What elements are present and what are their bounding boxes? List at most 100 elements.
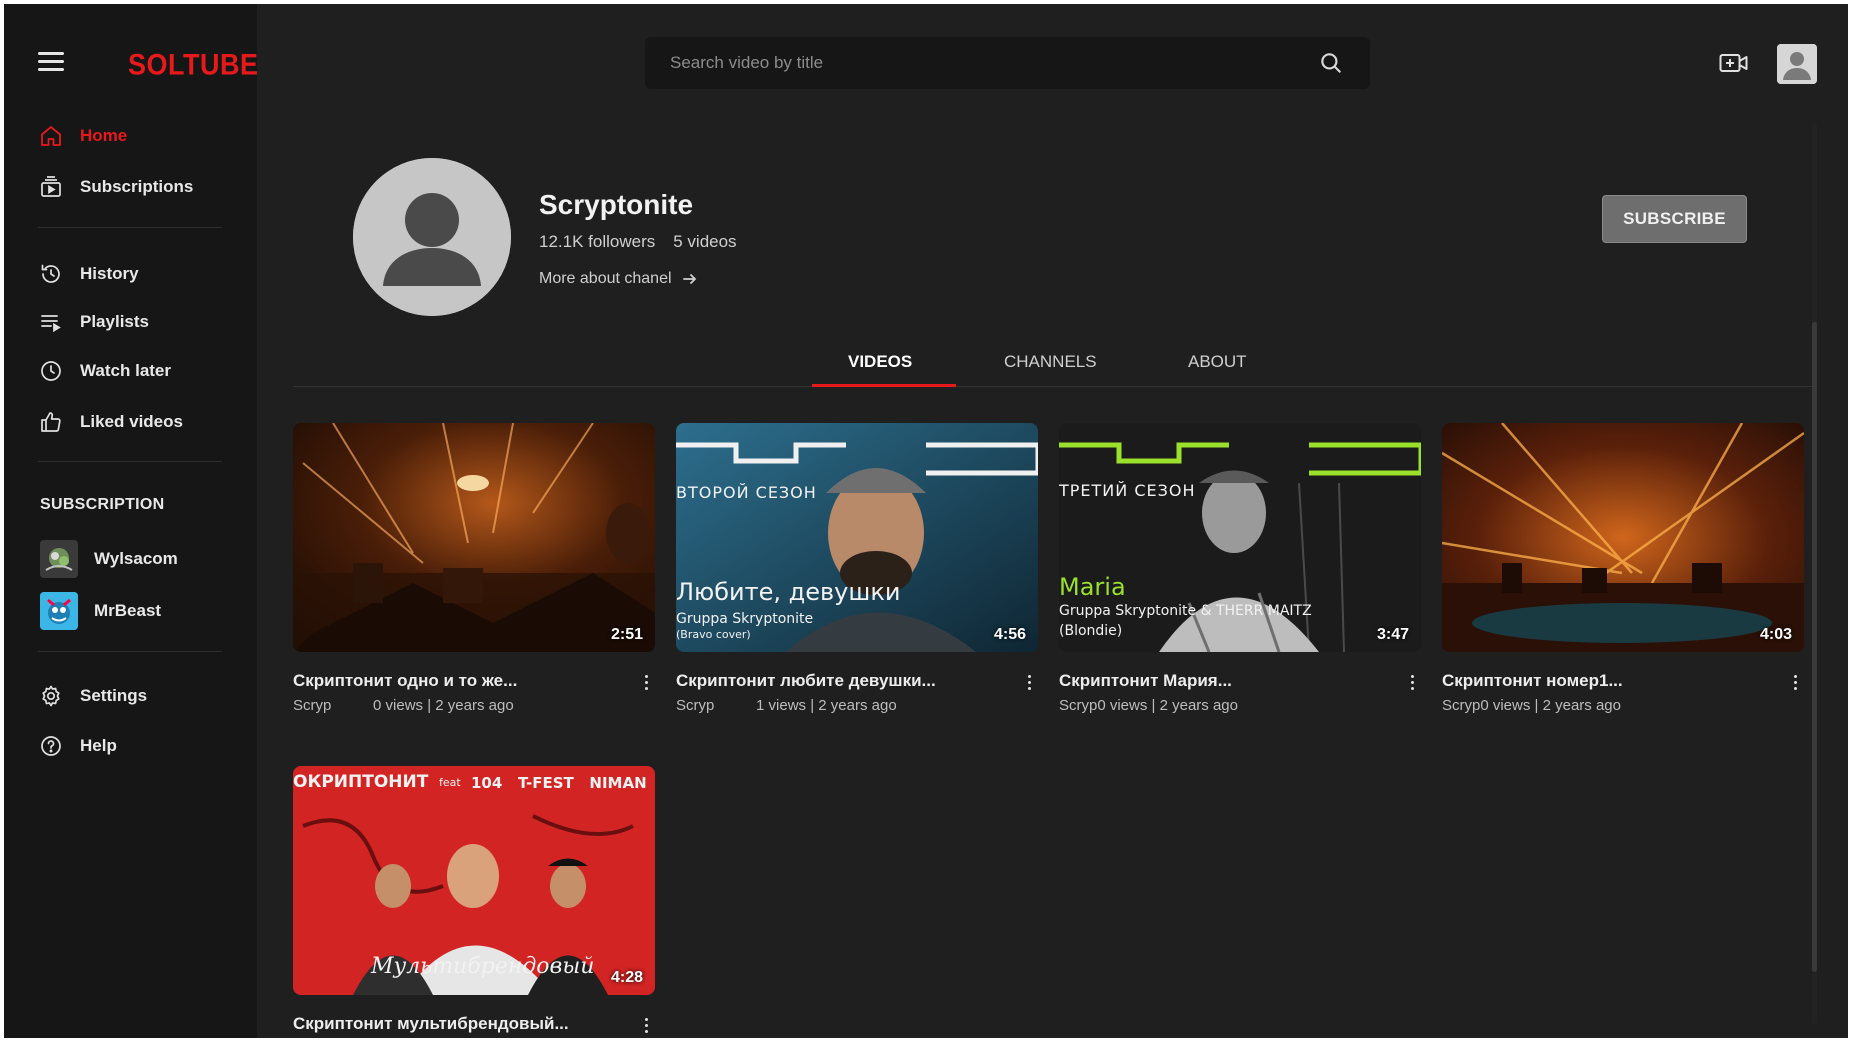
video-title[interactable]: Скриптонит Мария... [1059,671,1232,691]
sidebar-item-history[interactable]: History [38,257,238,291]
video-author[interactable]: Scryp [1059,697,1097,714]
app-window: SOLTUBE Home Subscriptions History Playl… [4,4,1848,1038]
subscribe-button[interactable]: SUBSCRIBE [1602,195,1747,243]
video-thumbnail[interactable]: 2:51 [293,423,655,652]
followers-count: 12.1K followers [539,232,656,251]
video-card: 4:03 Скриптонит номер1... Scryp0 views |… [1442,423,1804,714]
video-duration: 4:28 [610,969,643,986]
video-meta: Scryp0 views | 2 years ago [1059,697,1238,714]
video-meta: Scryp 0 views | 2 years ago [293,697,514,714]
thumbnail-song-text: Любите, девушки [676,578,901,606]
avatar [40,540,78,578]
more-options-icon[interactable] [1790,671,1800,693]
video-thumbnail[interactable]: ОКРИПТОНИТ feat 104 T-FEST NIMAN Мультиб… [293,766,655,995]
thumbnail-feat-text: feat [439,776,461,789]
more-options-icon[interactable] [1407,671,1417,693]
sidebar-item-liked-videos[interactable]: Liked videos [38,405,238,439]
search-bar [645,37,1370,89]
help-icon [38,733,64,759]
video-author[interactable]: Scryp [1442,697,1480,714]
sidebar-item-label: Playlists [80,312,149,331]
sidebar-item-label: Watch later [80,361,172,380]
thumbs-up-icon [38,409,64,435]
video-thumbnail[interactable]: ТРЕТИЙ СЕЗОН Maria Gruppa Skryptonite & … [1059,423,1421,652]
sidebar-item-home[interactable]: Home [38,119,238,153]
user-icon [1777,44,1817,84]
scrollbar-thumb[interactable] [1812,322,1817,972]
sidebar: SOLTUBE Home Subscriptions History Playl… [4,4,259,1038]
video-stats: 0 views | 2 years ago [1480,697,1621,714]
sidebar-item-label: Help [80,736,117,755]
video-title[interactable]: Скриптонит мультибрендовый... [293,1014,569,1034]
thumbnail-top-text: ОКРИПТОНИТ [293,772,429,792]
channel-stats: 12.1K followers 5 videos [539,232,737,252]
sidebar-subscription-wylsacom[interactable]: Wylsacom [40,539,240,579]
history-icon [38,261,64,287]
watch-later-icon [38,358,64,384]
arrow-right-icon [682,274,696,284]
video-thumbnail[interactable]: ВТОРОЙ СЕЗОН Любите, девушки Gruppa Skry… [676,423,1038,652]
app-logo[interactable]: SOLTUBE [128,49,259,82]
thumbnail-note-text: (Bravo cover) [676,628,751,641]
video-title[interactable]: Скриптонит любите девушки... [676,671,936,691]
videos-count: 5 videos [673,232,737,251]
video-stats: 0 views | 2 years ago [373,697,514,714]
tab-channels[interactable]: CHANNELS [1004,352,1097,372]
sidebar-item-help[interactable]: Help [38,729,238,763]
subscription-heading: SUBSCRIPTION [40,496,165,513]
video-card: 2:51 Скриптонит одно и то же... Scryp 0 … [293,423,655,714]
sidebar-item-watch-later[interactable]: Watch later [38,354,238,388]
video-thumbnail[interactable]: 4:03 [1442,423,1804,652]
divider [38,227,222,228]
subscriptions-icon [38,174,64,200]
thumbnail-artists-text: 104 T-FEST NIMAN [471,774,647,792]
more-about-channel-link[interactable]: More about chanel [539,270,698,288]
user-avatar-button[interactable] [1777,44,1817,84]
avatar [40,592,78,630]
sidebar-item-label: Subscriptions [80,177,194,196]
video-meta: Scryp0 views | 2 years ago [1442,697,1621,714]
thumbnail-season-text: ТРЕТИЙ СЕЗОН [1059,481,1196,500]
video-author[interactable]: Scryp [293,697,331,714]
more-about-label: More about chanel [539,270,672,287]
video-title[interactable]: Скриптонит одно и то же... [293,671,517,691]
sidebar-item-label: Wylsacom [94,549,178,568]
video-duration: 4:03 [1759,626,1792,643]
tab-about[interactable]: ABOUT [1188,352,1247,372]
video-card: ОКРИПТОНИТ feat 104 T-FEST NIMAN Мультиб… [293,766,655,1033]
sidebar-subscription-mrbeast[interactable]: MrBeast [40,591,240,631]
thumbnail-note-text: (Blondie) [1059,623,1123,639]
sidebar-item-label: Home [80,126,128,145]
search-input[interactable] [645,53,1265,73]
more-options-icon[interactable] [1024,671,1034,693]
active-tab-indicator [812,384,956,387]
video-duration: 3:47 [1376,626,1409,643]
sidebar-item-label: History [80,264,139,283]
divider [38,461,222,462]
divider [38,651,222,652]
thumbnail-song-text: Maria [1059,573,1126,601]
sidebar-item-playlists[interactable]: Playlists [38,305,238,339]
home-icon [38,123,64,149]
video-duration: 2:51 [610,626,643,643]
upload-video-icon[interactable] [1719,52,1749,74]
more-options-icon[interactable] [641,671,651,693]
video-stats: 1 views | 2 years ago [756,697,897,714]
sidebar-item-subscriptions[interactable]: Subscriptions [38,170,238,204]
video-author[interactable]: Scryp [676,697,714,714]
tab-videos[interactable]: VIDEOS [848,352,912,372]
video-stats: 0 views | 2 years ago [1097,697,1238,714]
sidebar-item-label: MrBeast [94,601,162,620]
menu-icon[interactable] [38,52,64,72]
video-title[interactable]: Скриптонит номер1... [1442,671,1623,691]
sidebar-item-label: Liked videos [80,412,183,431]
tabs-divider [293,386,1813,387]
gear-icon [38,683,64,709]
search-icon[interactable] [1318,50,1344,76]
thumbnail-season-text: ВТОРОЙ СЕЗОН [676,483,817,502]
sidebar-item-settings[interactable]: Settings [38,679,238,713]
playlists-icon [38,309,64,335]
more-options-icon[interactable] [641,1014,651,1036]
video-card: ТРЕТИЙ СЕЗОН Maria Gruppa Skryptonite & … [1059,423,1421,714]
thumbnail-artist-text: Gruppa Skryptonite [676,611,814,627]
